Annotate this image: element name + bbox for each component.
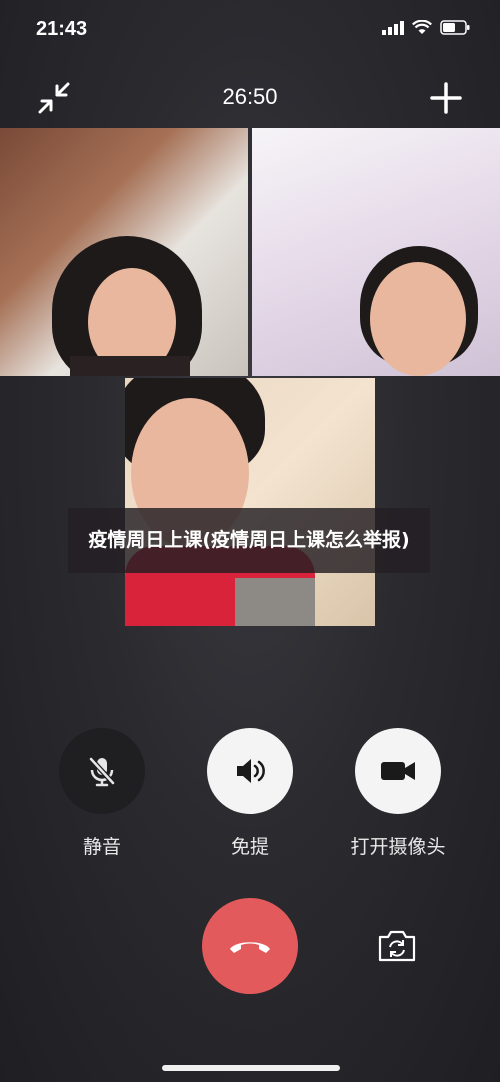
caption-text: 疫情周日上课(疫情周日上课怎么举报) [88, 529, 410, 551]
call-duration: 26:50 [222, 84, 278, 109]
camera-label: 打开摄像头 [350, 836, 446, 858]
wifi-icon [412, 20, 432, 34]
video-camera-icon [381, 762, 415, 780]
caption-overlay: 疫情周日上课(疫情周日上课怎么举报) [68, 508, 430, 573]
add-participant-button[interactable] [426, 78, 466, 118]
participant-shirt [70, 356, 190, 376]
status-bar: 21:43 [0, 0, 500, 60]
video-tile-participant-2[interactable] [252, 128, 500, 376]
hangup-button[interactable] [202, 898, 298, 994]
participant-shirt-sleeve [235, 578, 315, 626]
mic-off-icon [89, 757, 115, 787]
phone-hangup-icon [230, 942, 270, 953]
status-time: 21:43 [36, 18, 88, 40]
speaker-label: 免提 [230, 836, 269, 858]
camera-switch-icon [378, 930, 416, 962]
home-indicator[interactable] [162, 1065, 340, 1071]
switch-camera-button[interactable] [376, 927, 418, 965]
signal-icon [382, 20, 404, 35]
video-tile-self[interactable] [125, 378, 375, 626]
call-top-bar: 26:50 [0, 70, 500, 124]
video-tile-participant-1[interactable] [0, 128, 248, 376]
camera-button[interactable] [355, 728, 441, 814]
mute-label: 静音 [82, 836, 121, 858]
speaker-icon [237, 759, 265, 783]
participant-face [370, 262, 466, 376]
battery-icon [440, 20, 470, 35]
plus-icon [430, 82, 462, 114]
mute-button[interactable] [59, 728, 145, 814]
status-icons [382, 20, 470, 35]
speaker-button[interactable] [207, 728, 293, 814]
